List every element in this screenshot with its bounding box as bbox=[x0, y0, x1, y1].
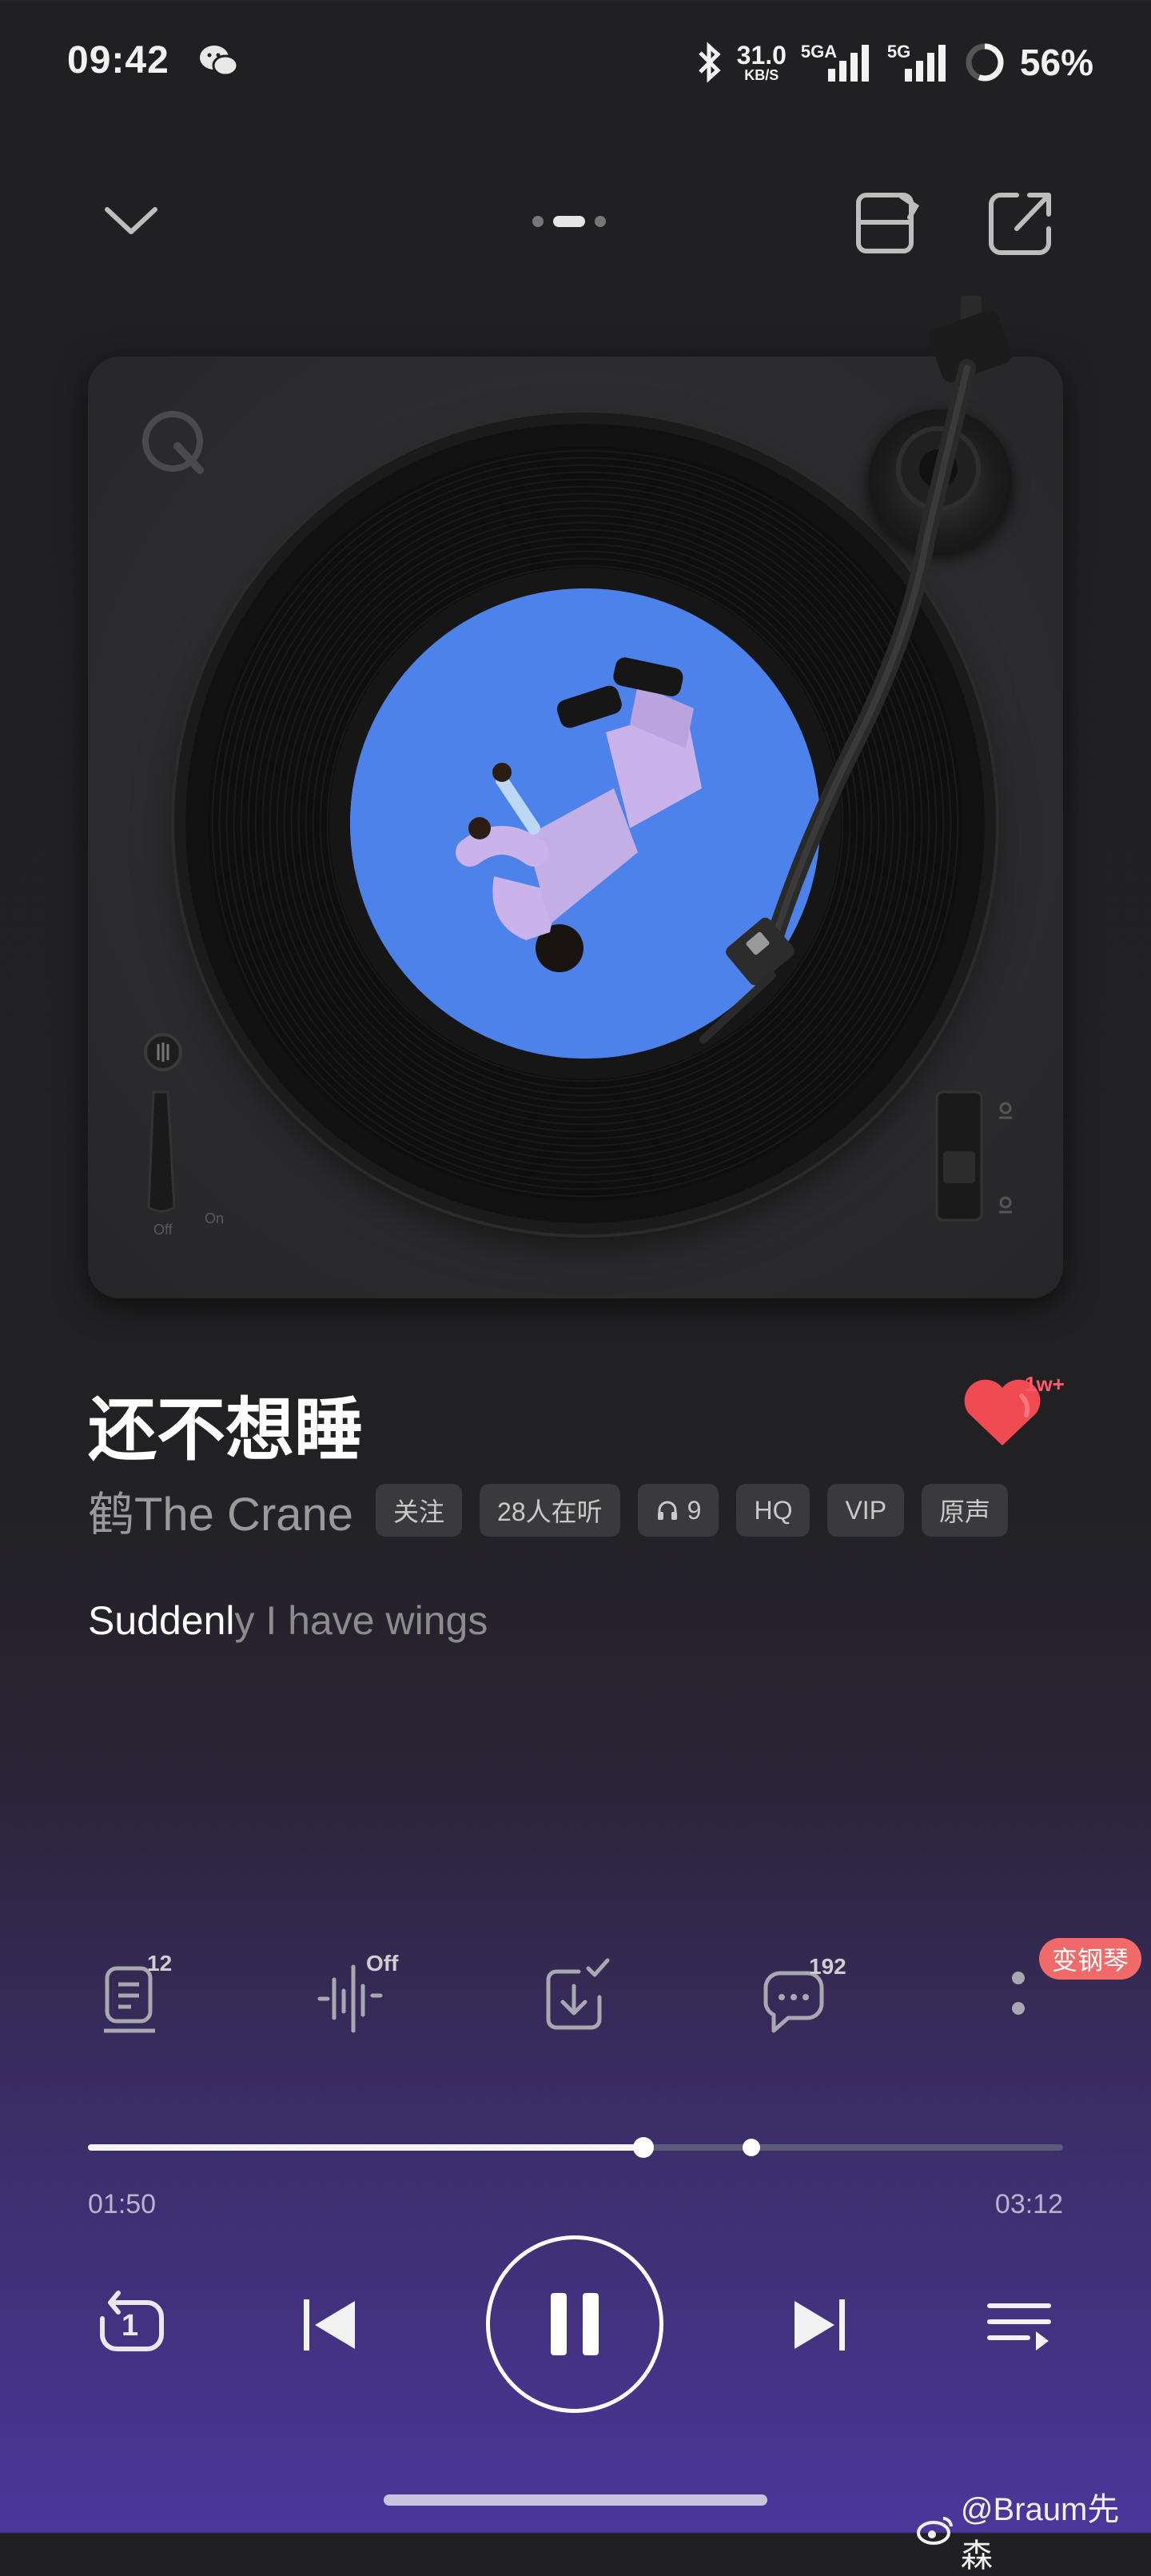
player-style-icon[interactable] bbox=[854, 189, 926, 257]
play-pause-button[interactable] bbox=[486, 2235, 663, 2413]
lyrics-button[interactable]: 12 bbox=[94, 1951, 198, 2039]
artist-name[interactable]: 鹤The Crane bbox=[88, 1477, 353, 1544]
signal-5g: 5G bbox=[887, 42, 950, 83]
weibo-icon bbox=[916, 2517, 953, 2545]
total-time: 03:12 bbox=[994, 2189, 1063, 2219]
svg-text:Off: Off bbox=[153, 1222, 173, 1238]
piano-version-tag[interactable]: 变钢琴 bbox=[1039, 1938, 1142, 1980]
page-indicator bbox=[532, 216, 606, 227]
battery-percent: 56% bbox=[1019, 42, 1093, 83]
watermark-text: @Braum先森 bbox=[960, 2492, 1120, 2574]
page-dot-active bbox=[553, 216, 585, 227]
repeat-one-button[interactable]: 1 bbox=[91, 2285, 171, 2365]
headphone-count: 9 bbox=[687, 1495, 702, 1525]
like-count: 1w+ bbox=[1025, 1372, 1065, 1396]
share-icon[interactable] bbox=[985, 187, 1057, 259]
original-tag[interactable]: 原声 bbox=[922, 1484, 1009, 1537]
svg-text:On: On bbox=[205, 1210, 224, 1226]
download-icon bbox=[546, 1958, 610, 2030]
signal-bars-icon bbox=[827, 45, 869, 82]
elapsed-time: 01:50 bbox=[88, 2189, 157, 2219]
lyric-sung: Suddenl bbox=[88, 1598, 235, 1643]
sound-effect-button[interactable]: Off bbox=[315, 1951, 419, 2039]
collapse-chevron-icon[interactable] bbox=[99, 197, 163, 245]
bluetooth-icon bbox=[698, 42, 721, 83]
download-button[interactable] bbox=[536, 1951, 639, 2039]
tonearm[interactable] bbox=[591, 296, 1039, 1159]
follow-button[interactable]: 关注 bbox=[376, 1484, 463, 1537]
more-vertical-icon bbox=[1012, 1972, 1025, 2015]
effect-state: Off bbox=[366, 1951, 399, 1976]
page-dot bbox=[595, 216, 606, 227]
lyric-rest: y I have wings bbox=[234, 1598, 488, 1643]
turntable-logo-icon bbox=[142, 411, 204, 474]
pitch-slider[interactable] bbox=[932, 1087, 1028, 1231]
quality-tag[interactable]: HQ bbox=[736, 1484, 810, 1537]
net-speed-unit: KB/S bbox=[744, 67, 779, 83]
lyrics-count: 12 bbox=[147, 1951, 173, 1976]
headphone-tag[interactable]: 9 bbox=[637, 1484, 719, 1537]
pause-icon bbox=[551, 2293, 599, 2355]
previous-icon[interactable] bbox=[299, 2293, 363, 2357]
signal-bars-icon bbox=[904, 45, 946, 82]
headphone-icon bbox=[657, 1501, 677, 1520]
network-speed: 31.0 KB/S bbox=[737, 42, 787, 82]
next-icon[interactable] bbox=[787, 2293, 850, 2357]
playlist-icon[interactable] bbox=[983, 2295, 1055, 2359]
listeners-tag[interactable]: 28人在听 bbox=[480, 1484, 620, 1537]
home-indicator[interactable] bbox=[384, 2494, 767, 2506]
song-title: 还不想睡 bbox=[88, 1392, 363, 1469]
status-time: 09:42 bbox=[67, 39, 169, 82]
progress-played bbox=[88, 2144, 644, 2151]
wechat-icon bbox=[200, 46, 239, 77]
net-speed-value: 31.0 bbox=[736, 41, 787, 70]
vip-tag[interactable]: VIP bbox=[827, 1484, 905, 1537]
comments-button[interactable]: 192 bbox=[756, 1951, 860, 2039]
artist-row: 鹤The Crane 关注 28人在听 9 HQ VIP 原声 bbox=[88, 1482, 1009, 1541]
page-dot bbox=[532, 216, 544, 227]
comments-count: 192 bbox=[809, 1954, 846, 1979]
watermark: @Braum先森 bbox=[916, 2483, 1151, 2576]
signal-5ga: 5GA bbox=[801, 42, 873, 83]
buffer-marker bbox=[742, 2139, 760, 2156]
speed-knob-icon[interactable] bbox=[142, 1031, 184, 1073]
battery-ring-icon bbox=[966, 43, 1004, 82]
status-right: 31.0 KB/S 5GA 5G 56% bbox=[695, 37, 1093, 88]
power-lever[interactable]: Off On bbox=[141, 1087, 237, 1247]
current-lyric[interactable]: Suddenly I have wings bbox=[88, 1597, 488, 1644]
more-button[interactable] bbox=[983, 1951, 1047, 2039]
progress-thumb[interactable] bbox=[633, 2137, 655, 2158]
repeat-count: 1 bbox=[121, 2309, 139, 2343]
